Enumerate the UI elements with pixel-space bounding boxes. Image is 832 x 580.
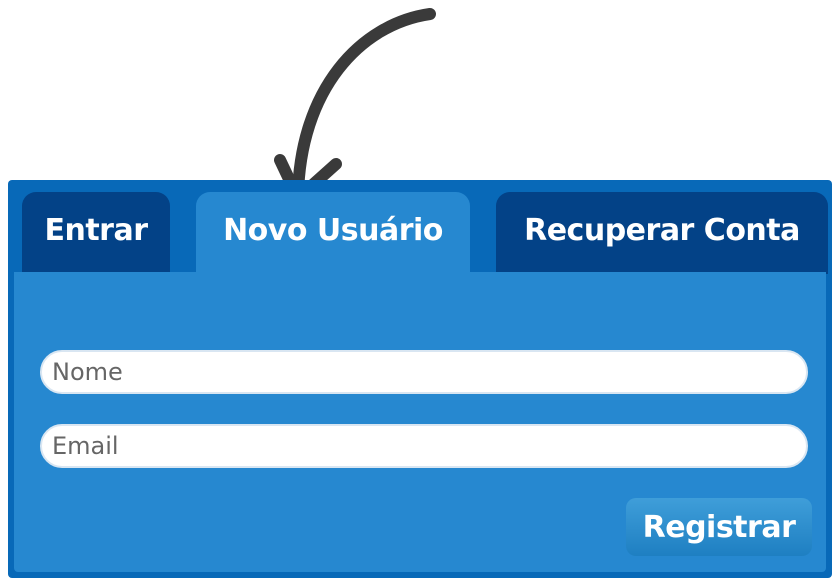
- page: Entrar Novo Usuário Recuperar Conta Regi…: [0, 0, 832, 580]
- tab-recuperar-conta-label: Recuperar Conta: [524, 212, 800, 248]
- tab-novo-usuario-label: Novo Usuário: [223, 212, 443, 248]
- name-input[interactable]: [40, 350, 808, 394]
- tab-entrar[interactable]: Entrar: [22, 192, 170, 274]
- register-form: Registrar: [14, 272, 826, 572]
- tab-recuperar-conta[interactable]: Recuperar Conta: [496, 192, 828, 274]
- tab-entrar-label: Entrar: [44, 212, 148, 248]
- tab-novo-usuario[interactable]: Novo Usuário: [196, 192, 470, 274]
- register-button[interactable]: Registrar: [626, 498, 812, 556]
- email-input[interactable]: [40, 424, 808, 468]
- auth-panel: Entrar Novo Usuário Recuperar Conta Regi…: [8, 180, 832, 578]
- tab-bar: Entrar Novo Usuário Recuperar Conta: [8, 192, 832, 274]
